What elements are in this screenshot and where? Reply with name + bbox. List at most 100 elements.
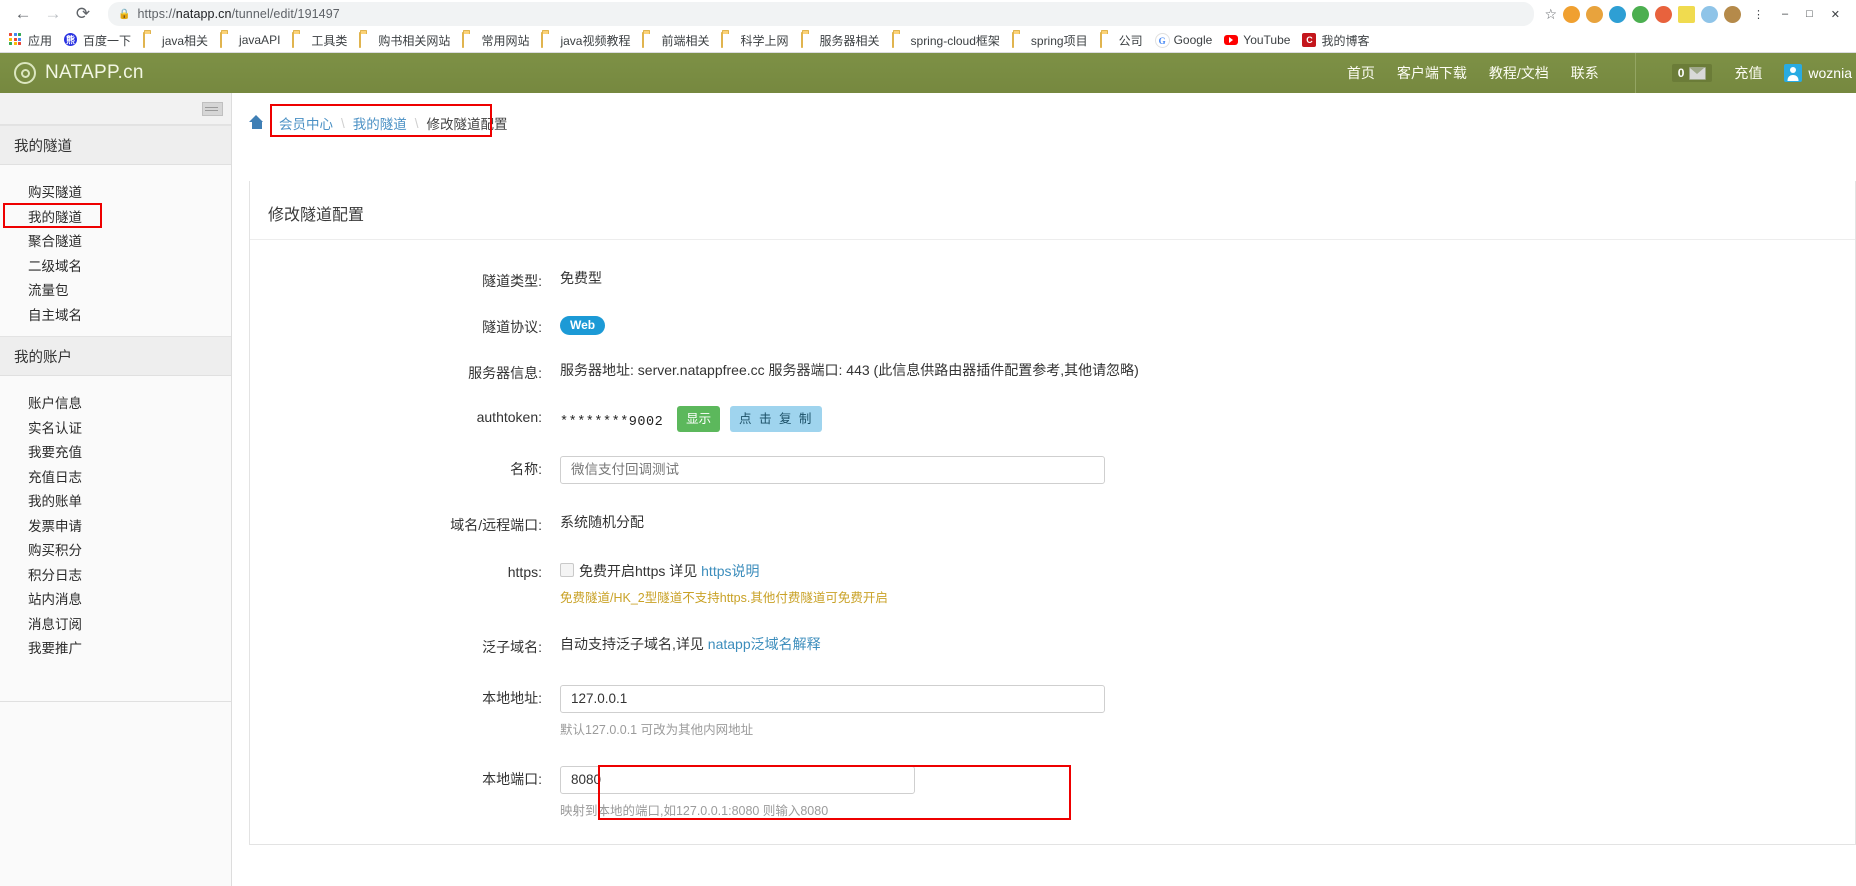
label-domain-remote-port: 域名/远程端口: [450,517,542,533]
nav-item-home[interactable]: 首页 [1347,63,1375,83]
label-server-info: 服务器信息: [468,365,542,381]
home-icon[interactable] [249,115,264,129]
bookmark-folder-tools[interactable]: 工具类 [292,32,347,49]
bookmark-label: 公司 [1118,33,1143,48]
show-authtoken-button[interactable]: 显示 [677,406,721,432]
extension-icon-6[interactable] [1678,5,1695,23]
sidebar-item-recharge[interactable]: 我要充值 [0,439,231,464]
profile-avatar[interactable] [1724,5,1741,23]
local-address-hint: 默认127.0.0.1 可改为其他内网地址 [560,723,754,737]
bookmark-folder-vpn[interactable]: 科学上网 [721,32,789,49]
folder-icon [642,32,656,48]
bookmark-label: 常用网站 [481,33,530,48]
name-input[interactable] [560,456,1105,484]
local-address-input[interactable] [560,685,1105,713]
extension-icon-1[interactable] [1563,5,1580,23]
nav-item-docs[interactable]: 教程/文档 [1489,63,1549,83]
bookmark-folder-common[interactable]: 常用网站 [462,32,529,49]
minimize-button[interactable]: – [1776,8,1794,20]
maximize-button[interactable]: □ [1800,8,1819,20]
sidebar-item-my-tunnel[interactable]: 我的隧道 [0,202,231,229]
bookmark-blog[interactable]: C 我的博客 [1302,32,1369,49]
recharge-link[interactable]: 充值 [1734,63,1762,83]
bookmark-label: 百度一下 [83,33,132,48]
bookmark-label: java相关 [162,33,209,48]
bookmark-baidu[interactable]: 熊 百度一下 [64,32,131,49]
bookmark-folder-videos[interactable]: java视频教程 [541,32,630,49]
baidu-icon: 熊 [64,33,78,46]
folder-icon [541,32,555,48]
folder-icon [143,32,157,48]
sidebar-item-site-messages[interactable]: 站内消息 [0,586,231,611]
sidebar-item-own-domain[interactable]: 自主域名 [0,302,231,327]
sidebar-item-message-subscription[interactable]: 消息订阅 [0,611,231,636]
form-row-authtoken: authtoken: ********9002 显示 点 击 复 制 [250,406,1855,433]
label-authtoken: authtoken: [476,409,542,425]
user-menu[interactable]: woznia [1784,64,1852,82]
forward-button[interactable]: → [38,0,68,28]
close-button[interactable]: ✕ [1825,8,1846,21]
sidebar-item-invoice-request[interactable]: 发票申请 [0,513,231,538]
reload-button[interactable]: ⟳ [68,0,98,28]
sidebar-item-traffic-pack[interactable]: 流量包 [0,277,231,302]
bookmark-label: spring项目 [1030,33,1088,48]
sidebar-bottom-divider [0,701,231,702]
bookmark-folder-server[interactable]: 服务器相关 [800,32,880,49]
sidebar-item-aggregate-tunnel[interactable]: 聚合隧道 [0,228,231,253]
bookmark-folder-frontend[interactable]: 前端相关 [642,32,709,49]
bookmark-folder-java[interactable]: java相关 [143,32,208,49]
bookmark-folder-books[interactable]: 购书相关网站 [359,32,450,49]
youtube-icon [1224,33,1239,47]
messages-button[interactable]: 0 [1671,64,1713,82]
bookmark-folder-company[interactable]: 公司 [1099,32,1143,49]
label-tunnel-protocol: 隧道协议: [482,319,542,335]
browser-menu-icon[interactable]: ⋮ [1747,8,1770,21]
sidebar-item-recharge-log[interactable]: 充值日志 [0,464,231,489]
value-server-info: 服务器地址: server.natappfree.cc 服务器端口: 443 (… [560,362,1139,378]
folder-icon [1099,32,1114,48]
sidebar-item-subdomain[interactable]: 二级域名 [0,253,231,278]
nav-item-client-download[interactable]: 客户端下载 [1397,63,1467,83]
sidebar-item-label: 我的隧道 [28,209,82,225]
sidebar-item-points-log[interactable]: 积分日志 [0,562,231,587]
extension-icon-2[interactable] [1586,5,1603,23]
extension-icon-7[interactable] [1701,5,1718,23]
back-button[interactable]: ← [8,0,38,28]
username-label: woznia [1808,65,1852,81]
extension-icon-5[interactable] [1655,5,1672,23]
collapse-sidebar-icon[interactable] [202,102,223,116]
bookmark-label: 我的博客 [1321,33,1370,48]
nav-divider [1634,53,1636,93]
https-help-link[interactable]: https说明 [701,563,759,579]
extension-icon-4[interactable] [1632,5,1649,23]
bookmark-folder-javaapi[interactable]: javaAPI [220,32,280,48]
label-https: https: [507,564,542,580]
bookmark-apps[interactable]: 应用 [9,32,52,49]
bookmark-folder-spring[interactable]: spring项目 [1011,32,1088,49]
wildcard-help-link[interactable]: natapp泛域名解释 [708,636,821,652]
address-bar[interactable]: 🔒 https://natapp.cn/tunnel/edit/191497 [108,2,1535,26]
site-logo[interactable]: NATAPP.cn [14,62,144,84]
lock-icon: 🔒 [118,8,131,20]
extension-icon-3[interactable] [1609,5,1626,23]
breadcrumb-item-member-center[interactable]: 会员中心 [279,113,333,133]
sidebar-item-account-info[interactable]: 账户信息 [0,390,231,415]
bookmark-star-icon[interactable]: ☆ [1544,6,1557,23]
bookmark-youtube[interactable]: YouTube [1224,33,1290,47]
form-row-local-address: 本地地址: 默认127.0.0.1 可改为其他内网地址 [250,685,1855,740]
sidebar-item-buy-tunnel[interactable]: 购买隧道 [0,179,231,204]
toolbar-right-icons: ☆ ⋮ – □ ✕ [1544,5,1848,23]
main-content: 会员中心 \ 我的隧道 \ 修改隧道配置 修改隧道配置 隧道类型: 免费型 隧道… [232,93,1856,886]
copy-authtoken-button[interactable]: 点 击 复 制 [730,406,823,432]
bookmark-google[interactable]: G Google [1154,33,1212,48]
url-path: /tunnel/edit/191497 [231,7,340,21]
nav-item-contact[interactable]: 联系 [1571,63,1599,83]
sidebar-item-realname-auth[interactable]: 实名认证 [0,415,231,440]
breadcrumb-item-my-tunnel[interactable]: 我的隧道 [353,113,407,133]
local-port-input[interactable] [560,766,915,794]
bookmark-folder-springcloud[interactable]: spring-cloud框架 [891,32,1000,49]
sidebar-item-my-bills[interactable]: 我的账单 [0,488,231,513]
sidebar-item-buy-points[interactable]: 购买积分 [0,537,231,562]
sidebar-item-promotion[interactable]: 我要推广 [0,635,231,660]
https-checkbox[interactable] [560,563,574,577]
